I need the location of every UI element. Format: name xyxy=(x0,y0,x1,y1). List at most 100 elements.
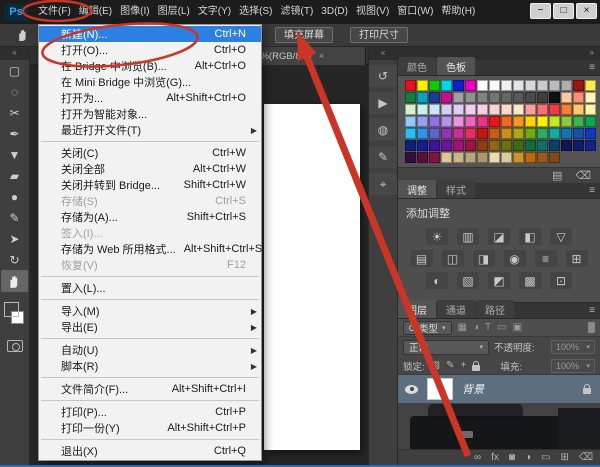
menu-item[interactable]: 签入(I)... xyxy=(39,225,261,241)
new-layer-icon[interactable]: ⊞ xyxy=(560,452,568,463)
color-swatch[interactable] xyxy=(417,152,428,163)
color-swatch[interactable] xyxy=(453,140,464,151)
color-swatch[interactable] xyxy=(585,128,596,139)
menu-bar-item[interactable]: 文件(F) xyxy=(34,0,75,24)
menu-item[interactable]: 存储(S) Ctrl+S xyxy=(39,193,261,209)
panel-menu-icon[interactable]: ≡ xyxy=(589,185,595,196)
color-swatch[interactable] xyxy=(561,140,572,151)
properties-panel-icon[interactable]: ◍ xyxy=(369,119,397,141)
color-swatch[interactable] xyxy=(489,140,500,151)
clone-source-panel-icon[interactable]: ⌖ xyxy=(369,173,397,195)
menu-item[interactable]: 置入(L)... xyxy=(39,280,261,296)
color-swatch[interactable] xyxy=(405,80,416,91)
invert-icon[interactable]: ◐ xyxy=(426,272,448,289)
panel-menu-icon[interactable]: ≡ xyxy=(589,62,595,73)
color-swatch[interactable] xyxy=(429,92,440,103)
dock-collapse-icon[interactable]: « xyxy=(369,47,397,60)
fill-screen-button[interactable]: 填充屏幕 xyxy=(275,27,333,43)
color-swatch[interactable] xyxy=(453,92,464,103)
menu-item[interactable]: 打开(O)... Ctrl+O xyxy=(39,42,261,58)
color-swatch[interactable] xyxy=(417,140,428,151)
color-swatch[interactable] xyxy=(465,152,476,163)
filter-type-layers-icon[interactable]: T xyxy=(485,319,491,337)
print-size-button[interactable]: 打印尺寸 xyxy=(350,27,408,43)
color-swatch[interactable] xyxy=(585,116,596,127)
path-selection-tool[interactable]: ➤ xyxy=(0,228,29,249)
color-swatch[interactable] xyxy=(405,104,416,115)
color-swatch[interactable] xyxy=(489,80,500,91)
color-swatch[interactable] xyxy=(465,92,476,103)
color-swatch[interactable] xyxy=(441,80,452,91)
color-swatch[interactable] xyxy=(573,104,584,115)
menu-item[interactable]: 存储为(A)... Shift+Ctrl+S xyxy=(39,209,261,225)
color-swatch[interactable] xyxy=(561,128,572,139)
hand-tool[interactable] xyxy=(1,270,28,292)
color-swatch[interactable] xyxy=(501,80,512,91)
color-swatch[interactable] xyxy=(453,104,464,115)
color-swatch[interactable] xyxy=(585,80,596,91)
menu-item[interactable]: 恢复(V) F12 xyxy=(39,257,261,273)
color-swatch[interactable] xyxy=(489,92,500,103)
layer-thumbnail[interactable] xyxy=(427,378,453,400)
lock-all-icon[interactable] xyxy=(472,365,480,371)
color-swatch[interactable] xyxy=(501,116,512,127)
menu-item[interactable]: 在 Bridge 中浏览(B)... Alt+Ctrl+O xyxy=(39,58,261,74)
channel-mixer-icon[interactable]: ≡ xyxy=(535,250,557,267)
color-swatch[interactable] xyxy=(489,128,500,139)
color-swatch[interactable] xyxy=(549,80,560,91)
color-swatch[interactable] xyxy=(537,104,548,115)
color-swatch[interactable] xyxy=(477,152,488,163)
levels-icon[interactable]: ▥ xyxy=(457,228,479,245)
menu-item[interactable]: 退出(X) Ctrl+Q xyxy=(39,443,261,459)
lock-position-icon[interactable]: + xyxy=(460,360,466,371)
color-swatch[interactable] xyxy=(453,80,464,91)
vibrance-icon[interactable]: ▽ xyxy=(550,228,572,245)
menu-item[interactable]: 导出(E) ▶ xyxy=(39,319,261,335)
color-swatch[interactable] xyxy=(465,128,476,139)
selective-color-icon[interactable]: ⊡ xyxy=(550,272,572,289)
color-swatch[interactable] xyxy=(525,116,536,127)
panel-tab[interactable]: 路径 xyxy=(476,300,514,318)
menu-bar-item[interactable]: 编辑(E) xyxy=(75,0,116,24)
posterize-icon[interactable]: ▧ xyxy=(457,272,479,289)
menu-bar-item[interactable]: 视图(V) xyxy=(352,0,393,24)
menu-item[interactable]: 打印(P)... Ctrl+P xyxy=(39,404,261,420)
menu-item[interactable]: 存储为 Web 所用格式... Alt+Shift+Ctrl+S xyxy=(39,241,261,257)
filter-adjustment-layers-icon[interactable]: ◑ xyxy=(473,319,479,337)
color-swatch[interactable] xyxy=(477,116,488,127)
panel-tab[interactable]: 通道 xyxy=(437,300,475,318)
exposure-icon[interactable]: ◧ xyxy=(519,228,541,245)
color-swatch[interactable] xyxy=(465,104,476,115)
filter-smart-objects-icon[interactable]: ▣ xyxy=(513,319,522,337)
quick-mask-icon[interactable] xyxy=(7,340,23,352)
color-swatch[interactable] xyxy=(549,128,560,139)
rotate-view-tool[interactable]: ↻ xyxy=(0,249,29,270)
link-layers-icon[interactable]: ∞ xyxy=(474,452,481,463)
layer-visibility-icon[interactable] xyxy=(405,385,418,394)
maximize-button[interactable]: □ xyxy=(553,3,574,19)
color-swatch[interactable] xyxy=(429,152,440,163)
color-swatch[interactable] xyxy=(513,152,524,163)
color-swatch[interactable] xyxy=(429,80,440,91)
menu-bar-item[interactable]: 3D(D) xyxy=(317,0,352,24)
color-swatch[interactable] xyxy=(537,152,548,163)
clone-stamp-tool[interactable]: ▼ xyxy=(0,144,29,165)
menu-item[interactable]: 自动(U) ▶ xyxy=(39,342,261,358)
menu-bar-item[interactable]: 文字(Y) xyxy=(194,0,235,24)
color-swatch[interactable] xyxy=(489,152,500,163)
delete-swatch-icon[interactable]: ⌫ xyxy=(575,169,591,183)
color-swatch[interactable] xyxy=(549,104,560,115)
delete-layer-icon[interactable]: ⌫ xyxy=(579,452,593,463)
color-swatch[interactable] xyxy=(573,92,584,103)
pen-tool[interactable]: ✎ xyxy=(0,207,29,228)
menu-item[interactable]: 文件简介(F)... Alt+Shift+Ctrl+I xyxy=(39,381,261,397)
color-balance-icon[interactable]: ◫ xyxy=(442,250,464,267)
gradient-map-icon[interactable]: ▩ xyxy=(519,272,541,289)
panel-tab[interactable]: 色板 xyxy=(437,57,475,75)
color-swatch[interactable] xyxy=(525,140,536,151)
color-swatch[interactable] xyxy=(441,152,452,163)
document-close-icon[interactable]: × xyxy=(319,51,325,62)
layer-row-background[interactable]: 背景 xyxy=(398,375,600,403)
menu-item[interactable]: 最近打开文件(T) ▶ xyxy=(39,122,261,138)
color-swatch[interactable] xyxy=(549,116,560,127)
